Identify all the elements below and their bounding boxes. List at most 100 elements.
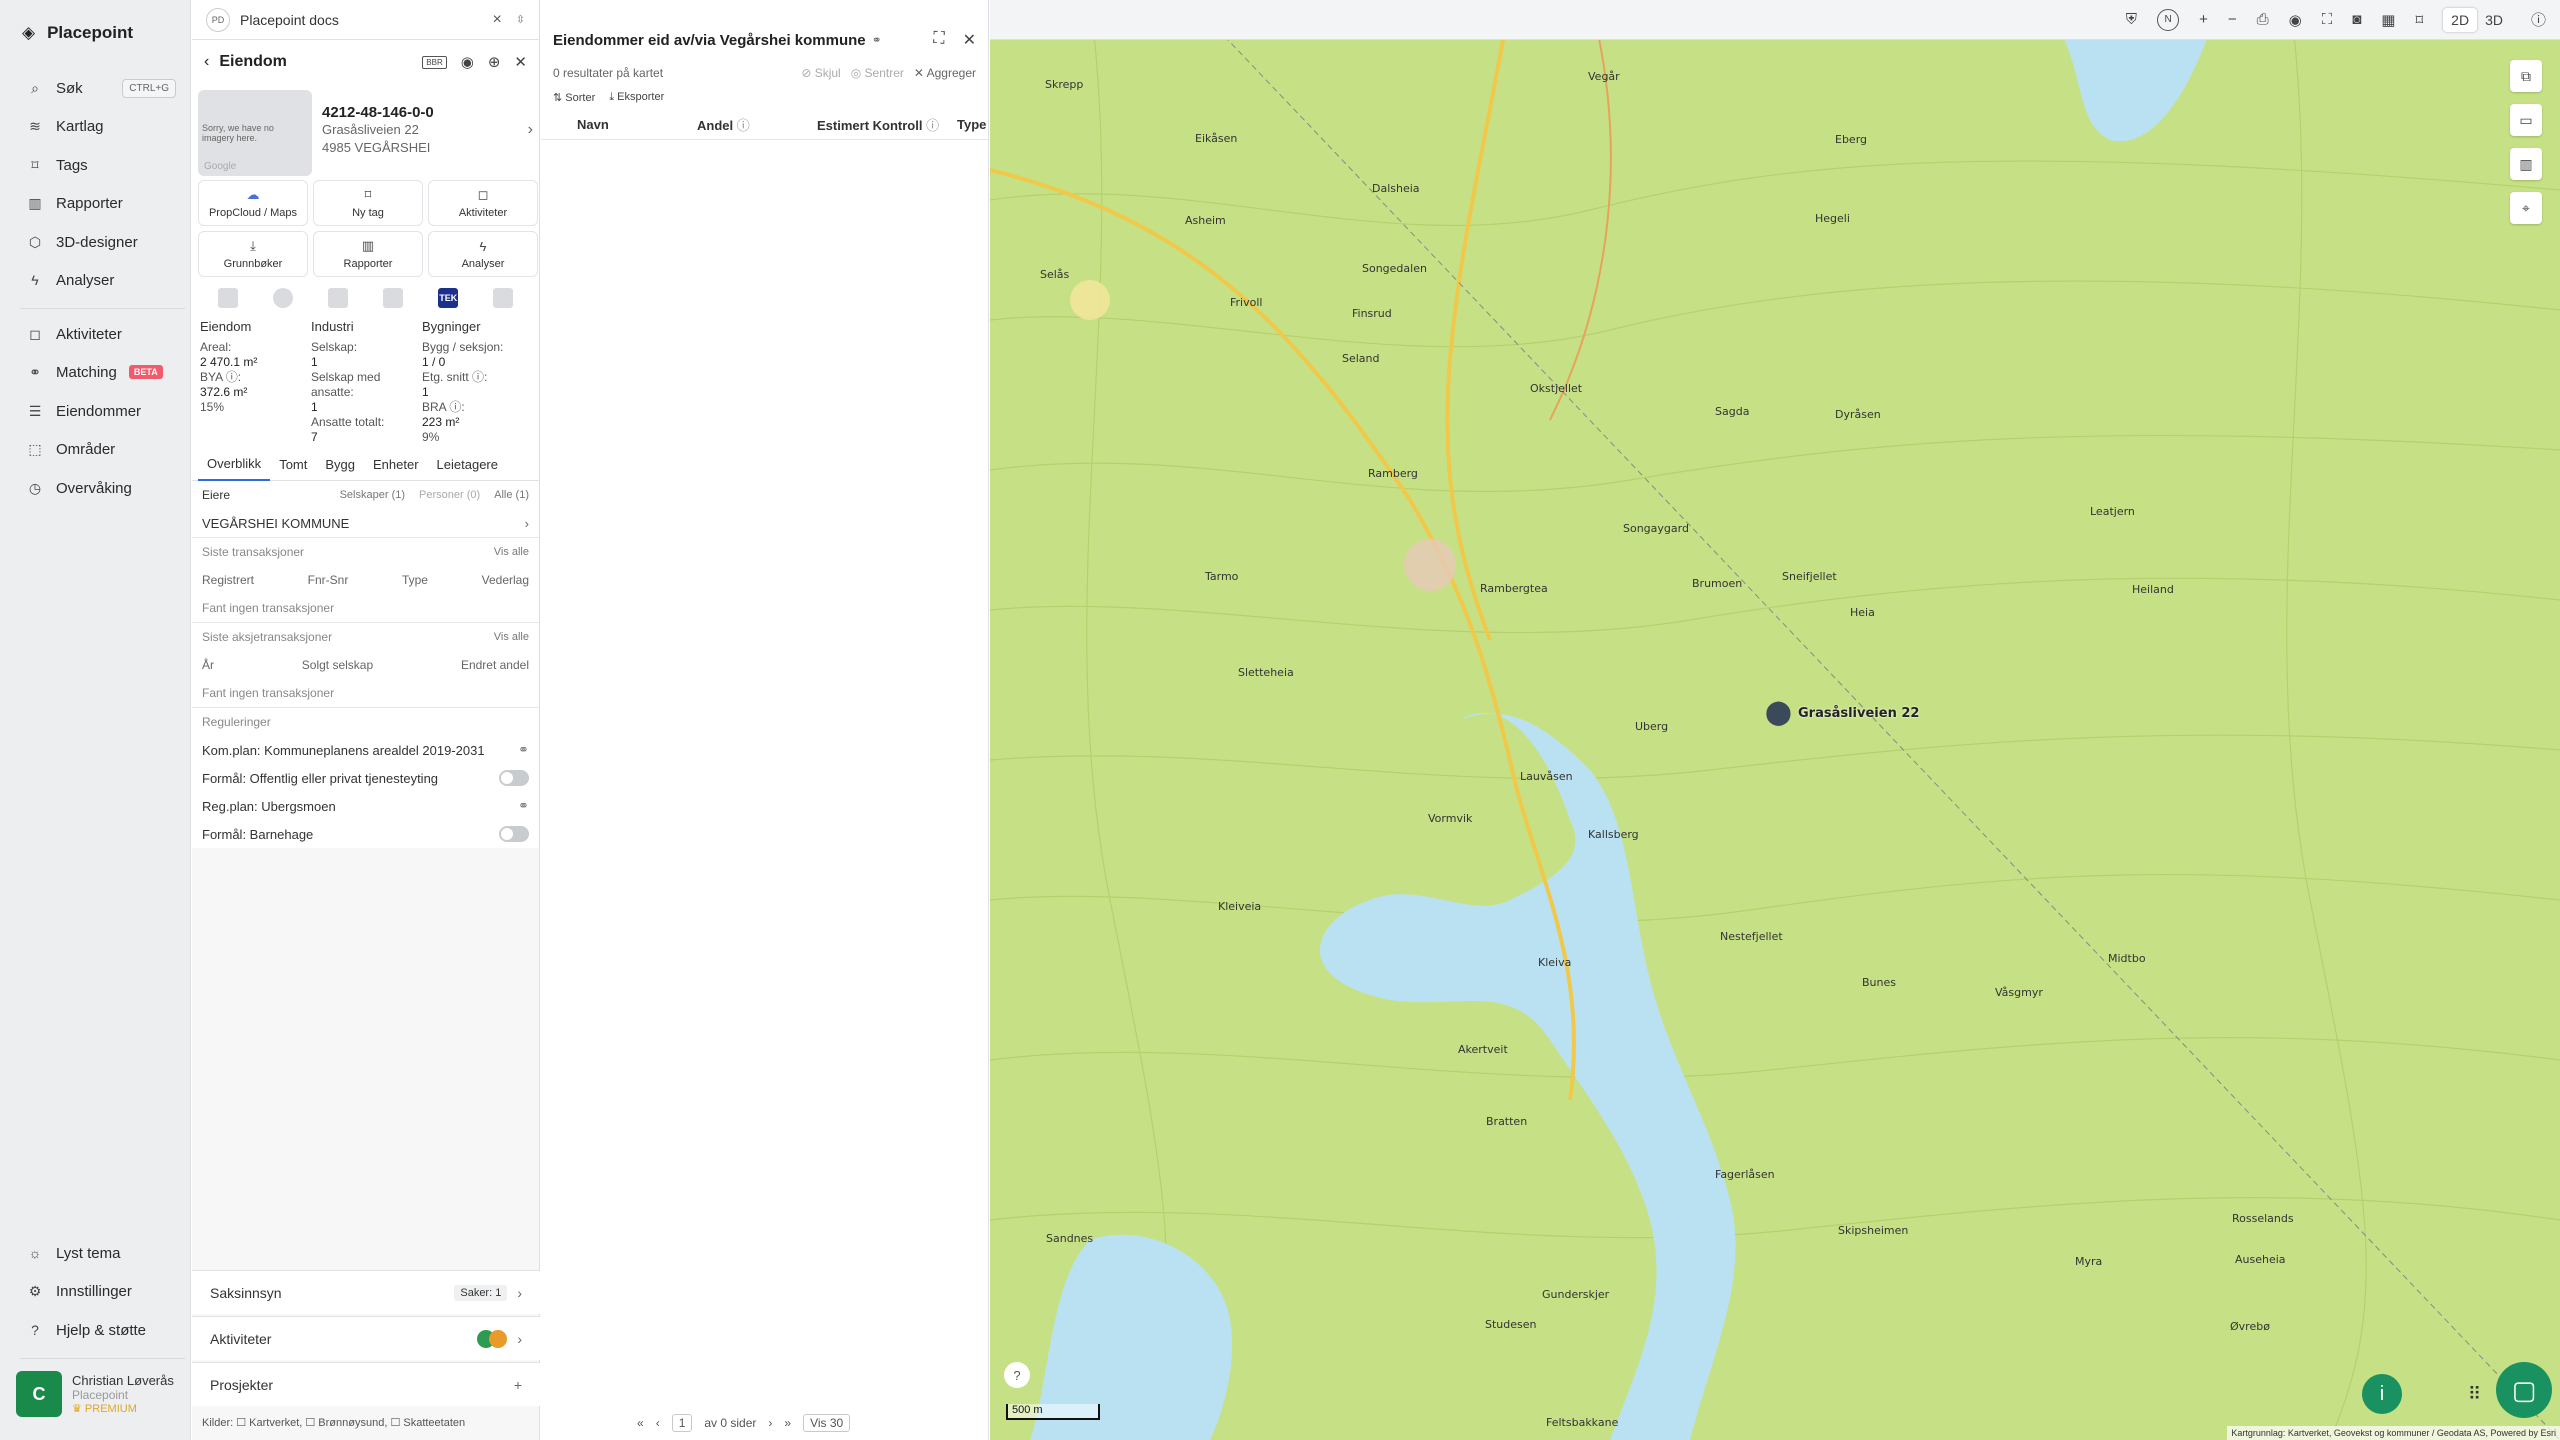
prev-page-icon[interactable]: ‹ [656, 1416, 660, 1430]
tab-tenants[interactable]: Leietagere [428, 449, 507, 480]
fullscreen-icon[interactable]: ⛶ [2322, 11, 2333, 28]
print-icon[interactable]: ⎙ [2257, 11, 2269, 28]
regulation-toggle[interactable] [499, 826, 529, 842]
column-header[interactable]: Type [957, 117, 986, 132]
aggregate-button[interactable]: ✕ Aggreger [914, 66, 976, 80]
filter-persons[interactable]: Personer (0) [419, 489, 480, 501]
mode-2d-button[interactable]: 2D [2443, 7, 2478, 32]
grid-icon[interactable]: ▦ [2381, 11, 2395, 29]
bbr-icon[interactable]: BBR [422, 55, 447, 69]
back-icon[interactable]: ‹ [204, 53, 209, 71]
zoom-in-icon[interactable]: + [2199, 11, 2208, 28]
sidebar-item-areas[interactable]: ⬚ Områder [26, 437, 176, 461]
center-button[interactable]: ◎ Sentrer [851, 66, 904, 80]
mode-3d-button[interactable]: 3D [2477, 8, 2511, 32]
activities-button[interactable]: ◻ Aktiviteter [428, 180, 538, 226]
view-all-link[interactable]: Vis alle [494, 546, 529, 558]
drag-handle-icon[interactable]: ⠿ [2468, 1384, 2481, 1405]
bookmark-icon[interactable]: ⌑ [2415, 11, 2423, 29]
per-page-select[interactable]: Vis 30 [803, 1414, 851, 1432]
camera-icon[interactable]: ◙ [2352, 11, 2361, 28]
house-source-icon[interactable] [493, 288, 514, 308]
sidebar-item-light-theme[interactable]: ☼ Lyst tema [26, 1241, 176, 1265]
filter-all[interactable]: Alle (1) [494, 489, 529, 501]
zoom-out-icon[interactable]: − [2228, 11, 2237, 28]
next-page-icon[interactable]: › [768, 1416, 772, 1430]
link-icon[interactable]: ⚭ [518, 742, 529, 758]
tab-overview[interactable]: Overblikk [198, 448, 271, 481]
reports-button[interactable]: ▥ Rapporter [313, 231, 423, 277]
map-pin-icon[interactable]: ⬤ [1765, 698, 1792, 727]
filter-companies[interactable]: Selskaper (1) [340, 489, 405, 501]
app-brand[interactable]: ◈ Placepoint [22, 20, 133, 46]
sidebar-item-properties[interactable]: ☰ Eiendommer [26, 399, 176, 423]
docs-bar[interactable]: PD Placepoint docs × ⇳ [192, 0, 539, 40]
link-icon[interactable]: ⚭ [518, 798, 529, 814]
sidebar-item-analyses[interactable]: ϟ Analyser [26, 268, 176, 292]
hide-button[interactable]: ⊘ Skjul [801, 66, 840, 80]
add-icon[interactable]: ⊕ [488, 53, 501, 71]
propcloud-button[interactable]: ☁ PropCloud / Maps [198, 180, 308, 226]
regulation-row[interactable]: Reg.plan: Ubergsmoen ⚭ [202, 792, 529, 820]
plus-icon[interactable]: + [514, 1377, 522, 1393]
column-header[interactable]: Estimert Kontroll ⓘ [817, 115, 957, 134]
new-tag-button[interactable]: ⌑ Ny tag [313, 180, 423, 226]
measure-tool-icon[interactable]: ⌖ [2510, 192, 2542, 224]
tab-units[interactable]: Enheter [364, 449, 428, 480]
info-button[interactable]: i [2362, 1374, 2402, 1414]
bbr-source-icon[interactable] [217, 288, 238, 308]
owner-row[interactable]: VEGÅRSHEI KOMMUNE › [202, 509, 529, 537]
ruler-tool-icon[interactable]: ▭ [2510, 104, 2542, 136]
property-summary[interactable]: Sorry, we have no imagery here. Google 4… [192, 84, 539, 176]
eye-icon[interactable]: ◉ [461, 53, 474, 71]
column-header[interactable]: Navn [577, 117, 697, 132]
view-all-link[interactable]: Vis alle [494, 631, 529, 643]
regulation-row[interactable]: Formål: Offentlig eller privat tjenestey… [202, 764, 529, 792]
chat-button[interactable]: ▢ [2496, 1362, 2552, 1418]
last-page-icon[interactable]: » [784, 1416, 791, 1430]
regulation-row[interactable]: Formål: Barnehage [202, 820, 529, 848]
compass-icon[interactable]: N [2157, 8, 2180, 31]
eye-icon[interactable]: ◉ [2289, 11, 2302, 29]
close-icon[interactable]: ✕ [514, 53, 527, 71]
tab-building[interactable]: Bygg [316, 449, 364, 480]
first-page-icon[interactable]: « [637, 1416, 644, 1430]
chart-tool-icon[interactable]: ▥ [2510, 148, 2542, 180]
sidebar-item-reports[interactable]: ▥ Rapporter [26, 191, 176, 215]
tab-plot[interactable]: Tomt [270, 449, 316, 480]
page-input[interactable]: 1 [671, 1414, 693, 1432]
case-access-row[interactable]: Saksinnsyn Saker: 1 › [192, 1270, 540, 1314]
industry-source-icon[interactable] [327, 288, 348, 308]
tek-icon[interactable]: TEK [438, 288, 459, 308]
sidebar-item-3d-designer[interactable]: ⬡ 3D-designer [26, 230, 176, 254]
regulation-row[interactable]: Kom.plan: Kommuneplanens arealdel 2019-2… [202, 736, 529, 764]
sidebar-item-monitoring[interactable]: ◷ Overvåking [26, 476, 176, 500]
globe-source-icon[interactable] [272, 288, 293, 308]
close-icon[interactable]: × [492, 11, 501, 29]
sidebar-item-tags[interactable]: ⌑ Tags [26, 153, 176, 177]
link-icon[interactable]: ⚭ [872, 33, 882, 47]
export-button[interactable]: ⤓ Eksporter [609, 91, 664, 104]
sidebar-item-help[interactable]: ? Hjelp & støtte [26, 1318, 176, 1342]
map-canvas[interactable]: Skrepp Eikåsen Dalsheia Vegår Asheim Fri… [990, 0, 2560, 1440]
land-registry-button[interactable]: ⤓ Grunnbøker [198, 231, 308, 277]
sort-button[interactable]: ⇅ Sorter [553, 91, 595, 104]
user-card[interactable]: C Christian Løverås Placepoint ♛ PREMIUM [16, 1370, 186, 1418]
sidebar-item-settings[interactable]: ⚙ Innstillinger [26, 1279, 176, 1303]
column-header[interactable]: Andel ⓘ [697, 115, 817, 134]
building-source-icon[interactable] [383, 288, 404, 308]
expand-icon[interactable]: ⛶ [933, 30, 944, 50]
activities-row[interactable]: Aktiviteter › [192, 1316, 540, 1360]
sidebar-item-layers[interactable]: ≋ Kartlag [26, 114, 176, 138]
sidebar-item-search[interactable]: ⌕ Søk CTRL+G [26, 76, 176, 100]
chevron-updown-icon[interactable]: ⇳ [516, 13, 525, 26]
projects-row[interactable]: Prosjekter + [192, 1362, 540, 1406]
shield-icon[interactable]: ⛨ [2126, 11, 2137, 28]
info-icon[interactable]: ⓘ [2531, 9, 2546, 30]
layers-tool-icon[interactable]: ⧉ [2510, 60, 2542, 92]
analyses-button[interactable]: ϟ Analyser [428, 231, 538, 277]
sidebar-item-matching[interactable]: ⚭ Matching BETA [26, 360, 176, 384]
help-icon[interactable]: ? [1004, 1362, 1030, 1388]
close-icon[interactable]: ✕ [963, 30, 976, 50]
sidebar-item-activities[interactable]: ◻ Aktiviteter [26, 322, 176, 346]
